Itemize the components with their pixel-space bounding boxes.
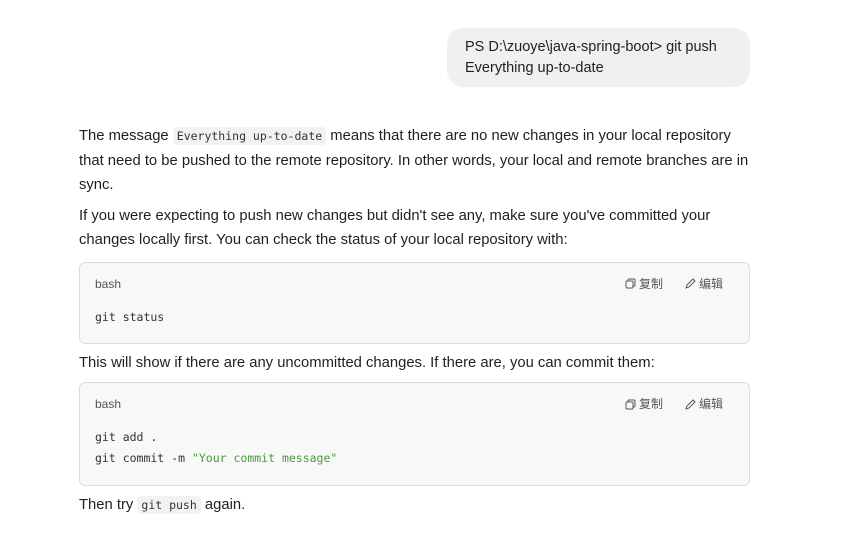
- paragraph-text: The message: [79, 128, 173, 144]
- paragraph-text: again.: [200, 497, 246, 513]
- code-line: git add .: [95, 430, 158, 444]
- edit-icon: [685, 399, 696, 410]
- edit-label: 编辑: [698, 276, 723, 291]
- code-block: bash 复制 编辑 git status: [79, 261, 750, 344]
- user-message-line: Everything up-to-date: [465, 60, 604, 76]
- code-actions: 复制 编辑: [625, 272, 723, 297]
- code-block-header: bash 复制 编辑: [80, 383, 749, 415]
- code-actions: 复制 编辑: [625, 392, 723, 417]
- inline-code: Everything up-to-date: [172, 127, 327, 145]
- copy-label: 复制: [638, 276, 663, 291]
- code-string: "Your commit message": [191, 451, 338, 465]
- copy-button[interactable]: 复制: [625, 272, 663, 297]
- copy-icon: [625, 399, 636, 410]
- inline-code: git push: [137, 496, 201, 514]
- edit-icon: [685, 278, 696, 290]
- answer-paragraph: If you were expecting to push new change…: [79, 207, 711, 249]
- assistant-answer: The message Everything up-to-date means …: [79, 124, 750, 518]
- answer-paragraph: This will show if there are any uncommit…: [79, 354, 655, 371]
- code-content: git add . git commit -m "Your commit mes…: [80, 415, 749, 483]
- user-message-line: PS D:\zuoye\java-spring-boot> git push: [465, 39, 717, 55]
- code-block-header: bash 复制 编辑: [80, 263, 749, 295]
- code-content: git status: [80, 295, 749, 342]
- copy-button[interactable]: 复制: [625, 392, 663, 417]
- code-line: git status: [95, 309, 165, 324]
- code-language-label: bash: [95, 397, 122, 411]
- paragraph-text: Then try: [79, 497, 138, 513]
- edit-label: 编辑: [698, 397, 723, 411]
- code-line: git commit -m "Your commit message": [95, 451, 337, 465]
- copy-icon: [625, 278, 636, 289]
- copy-label: 复制: [638, 397, 663, 411]
- answer-paragraph: The message Everything up-to-date means …: [79, 124, 750, 198]
- code-command: git commit -m: [95, 451, 192, 465]
- edit-button[interactable]: 编辑: [685, 272, 723, 297]
- user-message-bubble: PS D:\zuoye\java-spring-boot> git push E…: [447, 28, 750, 87]
- code-block: bash 复制 编辑 git add . git commit -m "Your…: [79, 382, 750, 486]
- code-language-label: bash: [95, 276, 122, 291]
- answer-paragraph: Then try git push again.: [79, 493, 750, 518]
- edit-button[interactable]: 编辑: [685, 392, 723, 417]
